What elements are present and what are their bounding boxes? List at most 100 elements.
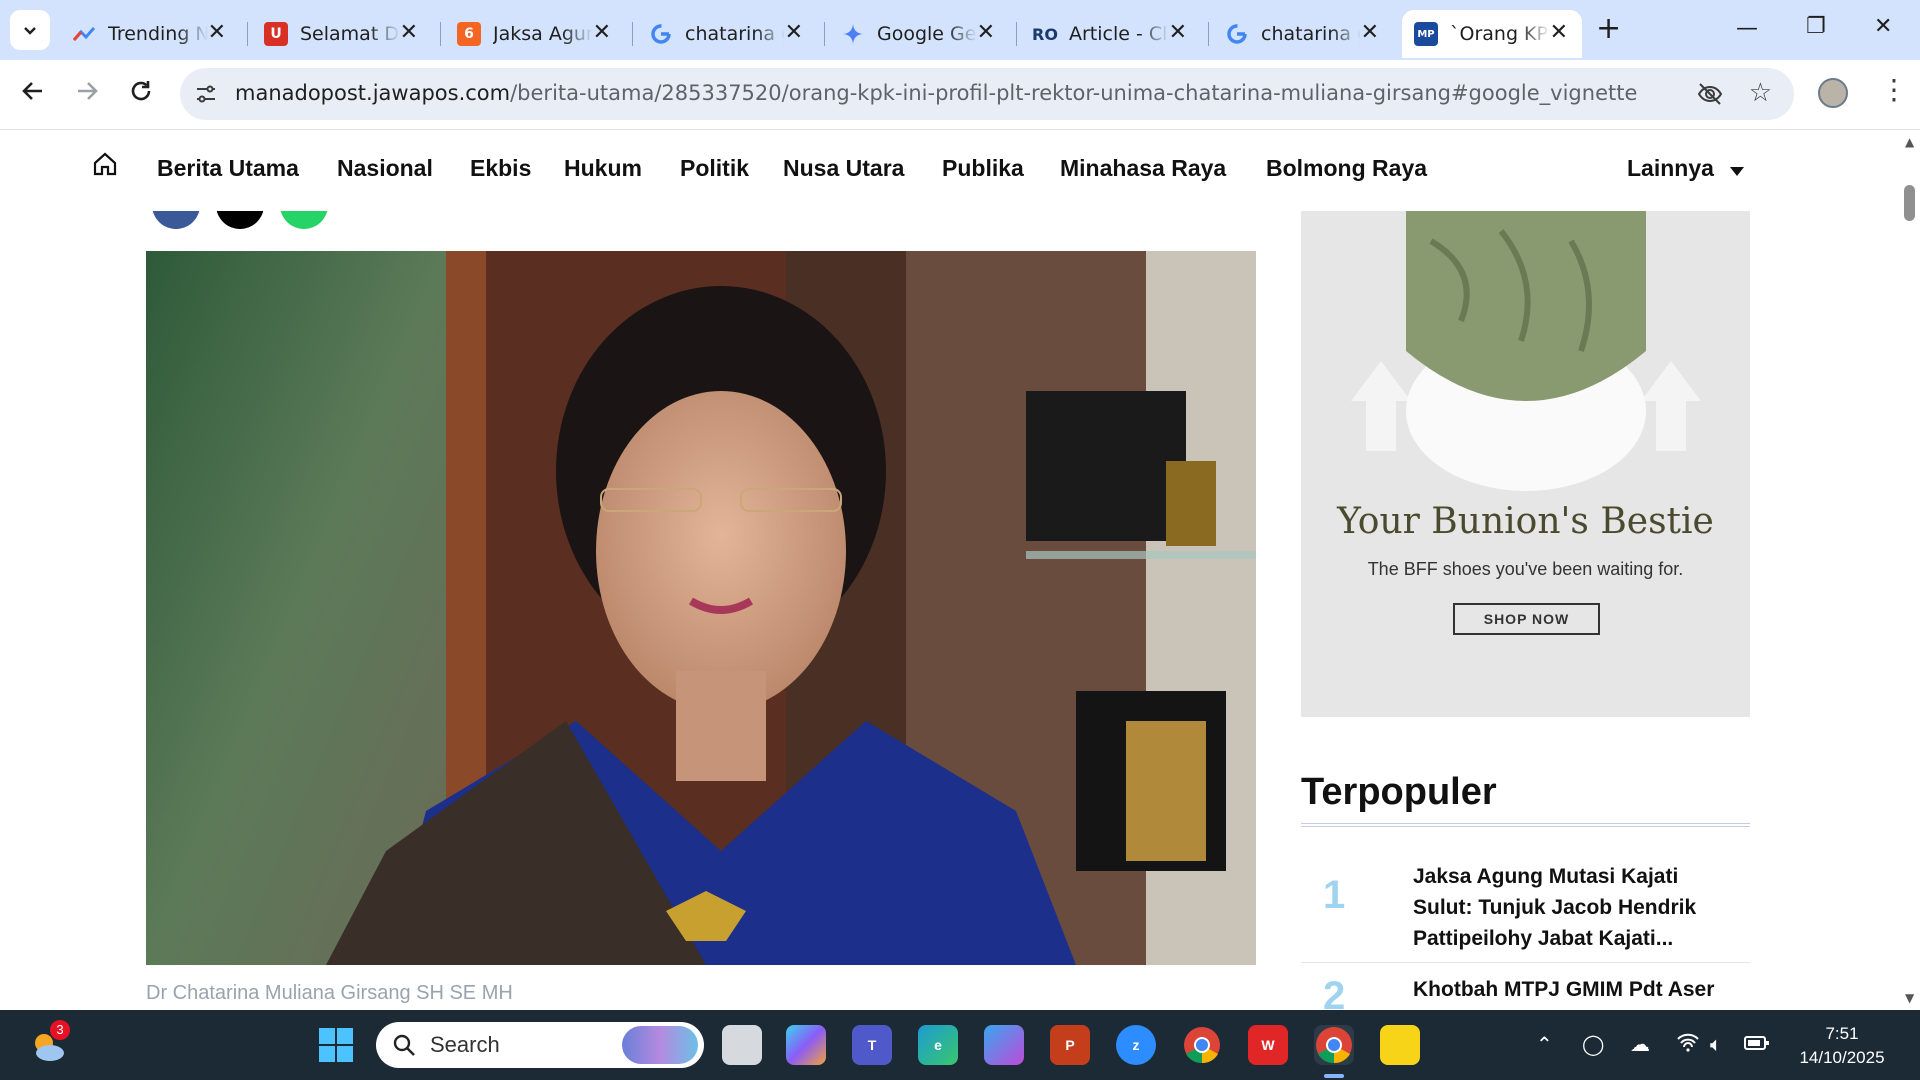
address-bar[interactable]: manadopost.jawapos.com/berita-utama/2853… <box>180 68 1794 120</box>
forward-button[interactable] <box>74 78 100 109</box>
forward-arrow-icon <box>78 82 98 100</box>
manadopost-icon: MP <box>1414 22 1438 46</box>
tab-jaksa[interactable]: 6 Jaksa Agun ✕ <box>445 10 625 58</box>
nav-minahasa-raya[interactable]: Minahasa Raya <box>1060 155 1226 182</box>
new-tab-button[interactable]: + <box>1596 14 1621 44</box>
tab-title: Selamat Da <box>300 23 400 45</box>
browser-menu-icon[interactable]: ⋮ <box>1880 76 1908 104</box>
ad-subtext: The BFF shoes you've been waiting for. <box>1367 559 1684 579</box>
ad-banner[interactable]: Your Bunion's Bestie The BFF shoes you'v… <box>1301 211 1750 717</box>
tab-title: Google Ge <box>877 23 977 45</box>
chrome-profile-icon[interactable] <box>1314 1025 1354 1065</box>
home-icon[interactable] <box>92 151 118 177</box>
system-clock[interactable]: 7:51 14/10/2025 <box>1782 1022 1902 1070</box>
onedrive-status-icon[interactable]: ◯ <box>1582 1032 1604 1056</box>
zoom-icon[interactable]: z <box>1116 1025 1156 1065</box>
wps-office-icon[interactable]: W <box>1248 1025 1288 1065</box>
tab-separator <box>1016 22 1017 46</box>
profile-avatar[interactable] <box>1818 78 1848 108</box>
site-settings-icon[interactable] <box>194 82 218 106</box>
scroll-thumb[interactable] <box>1904 185 1915 221</box>
volume-icon[interactable]: 🔈︎ <box>1710 1032 1722 1056</box>
browser-toolbar: manadopost.jawapos.com/berita-utama/2853… <box>0 60 1920 130</box>
popular-title[interactable]: Jaksa Agung Mutasi Kajati Sulut: Tunjuk … <box>1413 861 1733 954</box>
reload-button[interactable] <box>128 78 154 109</box>
photo-caption: Dr Chatarina Muliana Girsang SH SE MH <box>146 982 513 1004</box>
search-label: Search <box>430 1032 500 1057</box>
selamat-site-icon: U <box>264 22 288 46</box>
page-scrollbar[interactable]: ▲ ▼ <box>1900 131 1920 1009</box>
restore-button[interactable]: ❐ <box>1806 14 1826 39</box>
battery-icon[interactable] <box>1744 1032 1770 1056</box>
eye-off-icon[interactable] <box>1696 80 1724 108</box>
url-text[interactable]: manadopost.jawapos.com/berita-utama/2853… <box>235 81 1637 105</box>
scroll-up-icon[interactable]: ▲ <box>1905 135 1914 149</box>
edge-icon[interactable]: e <box>918 1025 958 1065</box>
cloud-off-icon[interactable]: ☁ <box>1630 1032 1650 1056</box>
copilot-icon[interactable] <box>786 1025 826 1065</box>
close-icon[interactable]: ✕ <box>208 22 226 44</box>
tab-article[interactable]: RO Article - Cl ✕ <box>1021 10 1201 58</box>
sticky-notes-icon[interactable] <box>1380 1025 1420 1065</box>
bookmark-star-icon[interactable]: ☆ <box>1749 78 1772 108</box>
popular-title[interactable]: Khotbah MTPJ GMIM Pdt Aser <box>1413 974 1733 1005</box>
tab-selamat[interactable]: U Selamat Da ✕ <box>252 10 432 58</box>
tab-active-manadopost[interactable]: MP `Orang KP ✕ <box>1402 10 1582 58</box>
ad-headline: Your Bunion's Bestie <box>1337 501 1714 542</box>
nav-hukum[interactable]: Hukum <box>564 155 642 182</box>
clock-time: 7:51 <box>1825 1024 1859 1043</box>
nav-berita-utama[interactable]: Berita Utama <box>157 155 299 182</box>
minimize-button[interactable]: — <box>1736 16 1758 41</box>
start-button[interactable] <box>316 1025 356 1065</box>
wifi-icon[interactable] <box>1676 1032 1700 1057</box>
caret-down-icon[interactable] <box>1730 167 1744 176</box>
m365-icon[interactable] <box>984 1025 1024 1065</box>
nav-ekbis[interactable]: Ekbis <box>470 155 531 182</box>
close-icon[interactable]: ✕ <box>1550 22 1568 44</box>
shop-now-button[interactable]: SHOP NOW <box>1453 603 1600 635</box>
scroll-down-icon[interactable]: ▼ <box>1905 991 1914 1005</box>
tab-title: chatarina g <box>685 23 785 45</box>
popular-item[interactable]: 1 Jaksa Agung Mutasi Kajati Sulut: Tunju… <box>1301 851 1750 963</box>
task-view-icon[interactable] <box>722 1025 762 1065</box>
show-hidden-icons[interactable]: ⌃ <box>1536 1032 1553 1056</box>
close-icon[interactable]: ✕ <box>400 22 418 44</box>
taskbar-search[interactable]: Search <box>376 1022 704 1068</box>
nav-nusa-utara[interactable]: Nusa Utara <box>783 155 904 182</box>
close-icon[interactable]: ✕ <box>593 22 611 44</box>
tab-separator <box>440 22 441 46</box>
article-site-icon: RO <box>1032 24 1058 44</box>
powerpoint-icon[interactable]: P <box>1050 1025 1090 1065</box>
close-icon[interactable]: ✕ <box>1361 22 1379 44</box>
close-icon[interactable]: ✕ <box>1169 22 1187 44</box>
nav-politik[interactable]: Politik <box>680 155 749 182</box>
tab-trending[interactable]: Trending N ✕ <box>60 10 240 58</box>
tab-chatarina-1[interactable]: chatarina g ✕ <box>637 10 817 58</box>
nav-publika[interactable]: Publika <box>942 155 1024 182</box>
gemini-icon <box>841 22 865 46</box>
close-icon[interactable]: ✕ <box>785 22 803 44</box>
chevron-down-icon <box>24 27 36 35</box>
close-icon[interactable]: ✕ <box>977 22 995 44</box>
popular-rank: 2 <box>1323 974 1346 1009</box>
teams-icon[interactable]: T <box>852 1025 892 1065</box>
close-window-button[interactable]: ✕ <box>1874 14 1892 39</box>
windows-logo-icon <box>319 1028 353 1062</box>
tab-separator <box>824 22 825 46</box>
tab-gemini[interactable]: Google Ge ✕ <box>829 10 1009 58</box>
back-button[interactable] <box>20 78 46 109</box>
popular-item[interactable]: 2 Khotbah MTPJ GMIM Pdt Aser <box>1301 964 1750 1009</box>
liputan6-icon: 6 <box>457 22 481 46</box>
chrome-icon[interactable] <box>1182 1025 1222 1065</box>
google-icon <box>1225 22 1249 46</box>
url-path: /berita-utama/285337520/orang-kpk-ini-pr… <box>510 81 1638 105</box>
tab-chatarina-2[interactable]: chatarina g ✕ <box>1213 10 1393 58</box>
nav-bolmong-raya[interactable]: Bolmong Raya <box>1266 155 1427 182</box>
tab-separator <box>632 22 633 46</box>
clock-date: 14/10/2025 <box>1799 1048 1885 1067</box>
nav-nasional[interactable]: Nasional <box>337 155 433 182</box>
tab-search-button[interactable] <box>10 10 50 50</box>
taskbar: 3 Search T e P z W ⌃ ◯ ☁ 🔈︎ 7:51 14/10/2… <box>0 1010 1920 1080</box>
tab-strip: Trending N ✕ U Selamat Da ✕ 6 Jaksa Agun… <box>0 0 1920 60</box>
nav-lainnya[interactable]: Lainnya <box>1627 155 1714 182</box>
